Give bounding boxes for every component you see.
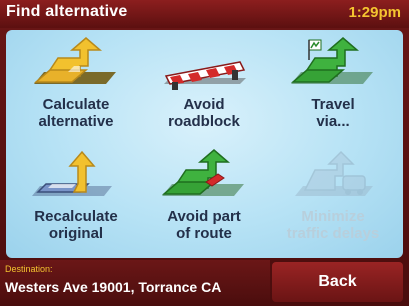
- destination-label: Destination:: [5, 264, 53, 274]
- bottom-bar: Destination: Westers Ave 19001, Torrance…: [0, 260, 409, 306]
- calculate-alternative-icon: [33, 37, 116, 84]
- title-bar: Find alternative 1:29pm: [0, 0, 409, 28]
- avoid-part-of-route-button[interactable]: Avoid part of route: [140, 144, 268, 256]
- calculate-alternative-button[interactable]: Calculate alternative: [12, 32, 140, 144]
- menu-panel: Calculate alternative Avoid roadblock Tr…: [6, 30, 403, 258]
- recalculate-original-button[interactable]: Recalculate original: [12, 144, 140, 256]
- minimize-traffic-delays-icon: [295, 150, 373, 196]
- avoid-roadblock-button[interactable]: Avoid roadblock: [140, 32, 268, 144]
- page-title: Find alternative: [6, 3, 128, 20]
- tile-label: Minimize traffic delays: [286, 208, 380, 242]
- tile-label: Avoid roadblock: [168, 96, 240, 130]
- travel-via-button[interactable]: Travel via...: [269, 32, 397, 144]
- clock: 1:29pm: [348, 4, 401, 21]
- tile-label: Travel via...: [311, 96, 355, 130]
- destination-address: Westers Ave 19001, Torrance CA: [5, 279, 222, 295]
- back-button[interactable]: Back: [272, 262, 403, 302]
- travel-via-icon: [290, 37, 373, 84]
- destination-panel: Destination: Westers Ave 19001, Torrance…: [0, 260, 270, 306]
- tile-label: Avoid part of route: [167, 208, 241, 242]
- minimize-traffic-delays-button[interactable]: Minimize traffic delays: [269, 144, 397, 256]
- roadblock-icon: [164, 61, 246, 90]
- avoid-part-of-route-icon: [161, 149, 244, 196]
- tile-label: Calculate alternative: [38, 96, 114, 130]
- tile-label: Recalculate original: [34, 208, 118, 242]
- navigation-screen: Find alternative 1:29pm Calculate altern…: [0, 0, 409, 306]
- recalculate-original-icon: [32, 150, 112, 196]
